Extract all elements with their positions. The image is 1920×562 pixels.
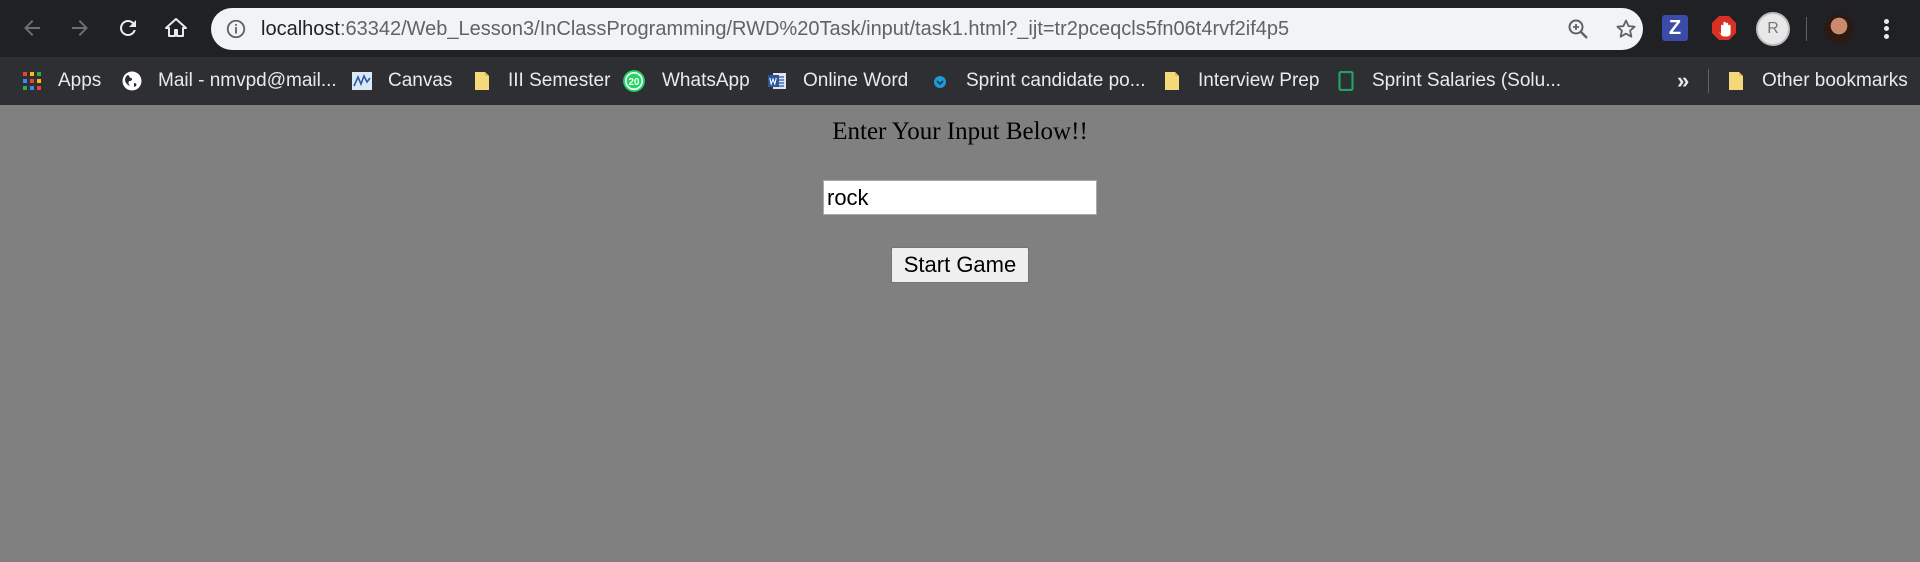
word-icon [768,73,786,89]
start-game-button[interactable]: Start Game [891,247,1029,283]
info-icon[interactable] [225,18,247,40]
page-content: Enter Your Input Below!! Start Game [0,105,1920,562]
z-extension-label: Z [1668,16,1682,39]
stop-hand-extension-icon[interactable] [1710,14,1738,42]
home-button[interactable] [158,10,194,46]
folder-icon [1165,72,1179,90]
bookmark-label: Mail - nmvpd@mail... [158,70,337,91]
z-extension-icon[interactable]: Z [1662,15,1688,41]
back-button[interactable] [14,10,50,46]
bookmark-label: Interview Prep [1198,70,1320,91]
url-path: :63342/Web_Lesson3/InClassProgramming/RW… [339,18,1290,40]
forward-button[interactable] [62,10,98,46]
page-heading: Enter Your Input Below!! [832,118,1088,145]
arrow-right-icon [72,20,88,36]
zoom-in-icon[interactable] [1566,17,1590,41]
reload-button[interactable] [110,10,146,46]
home-icon [165,18,187,37]
bookmark-mail[interactable]: Mail - nmvpd@mail... [122,57,337,105]
folder-icon [1729,72,1743,90]
bookmark-sprint-candidate[interactable]: Sprint candidate po... [930,57,1146,105]
star-icon[interactable] [1614,17,1638,41]
url-host: localhost [261,18,340,40]
avatar-initial: R [1767,20,1779,37]
bookmark-sprint-salaries[interactable]: Sprint Salaries (Solu... [1336,57,1561,105]
bookmark-online-word[interactable]: Online Word [767,57,908,105]
bookmarks-overflow-button[interactable]: » [1677,57,1689,105]
bookmark-label: Sprint candidate po... [966,70,1146,91]
sheet-icon [1338,71,1354,91]
bookmark-label: Online Word [803,70,909,91]
browser-toolbar: localhost:63342/Web_Lesson3/InClassProgr… [0,0,1920,57]
bookmark-label: Canvas [388,70,453,91]
sprint-icon [934,76,946,88]
toolbar-divider [1806,17,1807,41]
svg-text:20: 20 [629,77,640,88]
bookmark-canvas[interactable]: Canvas [352,57,452,105]
bookmarks-divider [1708,69,1709,93]
bookmark-iii-semester[interactable]: III Semester [472,57,610,105]
folder-icon [475,72,489,90]
bookmark-label: Apps [58,70,102,91]
reload-icon [120,20,136,36]
bookmark-label: Other bookmarks [1762,70,1908,91]
bookmark-interview-prep[interactable]: Interview Prep [1162,57,1319,105]
bookmarks-bar: Apps Mail - nmvpd@mail... Canvas III Sem… [0,57,1920,105]
profile-photo-avatar[interactable] [1824,14,1854,44]
whatsapp-icon: 20 [623,70,645,92]
account-avatar[interactable]: R [1756,12,1790,46]
bookmark-whatsapp[interactable]: 20 WhatsApp [622,57,750,105]
globe-icon [122,71,142,91]
more-vertical-icon[interactable] [1876,15,1896,43]
stop-sign-icon [1712,16,1736,40]
game-input-field[interactable] [823,180,1097,215]
url-text[interactable]: localhost:63342/Web_Lesson3/InClassProgr… [261,8,1289,50]
bookmark-apps[interactable]: Apps [22,57,101,105]
apps-grid-icon [23,72,41,90]
canvas-logo-icon [352,72,372,90]
bookmark-label: WhatsApp [662,70,750,91]
bookmark-other-bookmarks[interactable]: Other bookmarks [1726,57,1908,105]
address-bar[interactable]: localhost:63342/Web_Lesson3/InClassProgr… [211,8,1643,50]
bookmark-label: III Semester [508,70,611,91]
arrow-left-icon [24,20,40,36]
bookmark-label: Sprint Salaries (Solu... [1372,70,1562,91]
